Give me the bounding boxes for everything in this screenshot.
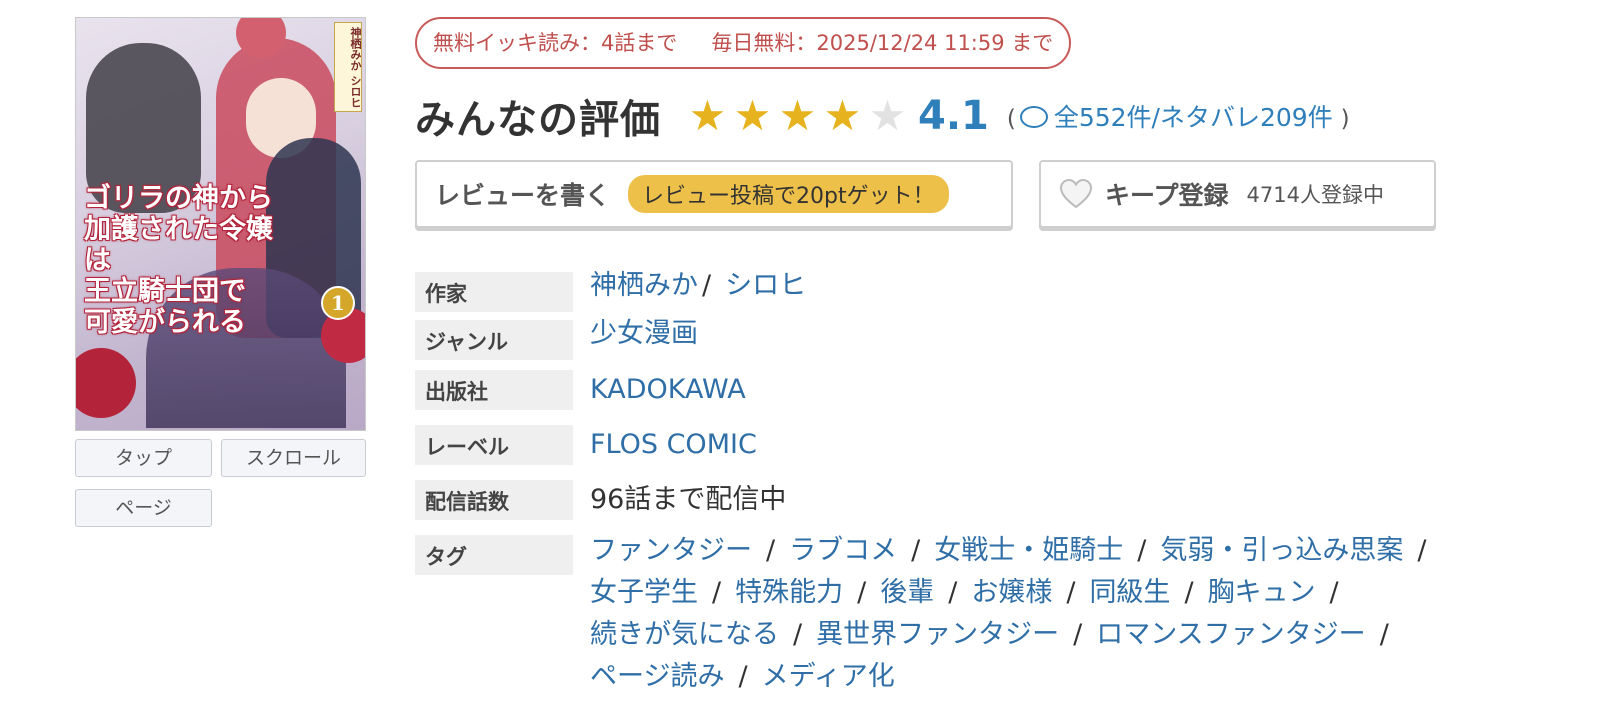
tag-separator: /: [1379, 619, 1389, 650]
author-separator: /: [702, 270, 712, 301]
cover-rose: [76, 348, 136, 418]
keep-register-button[interactable]: キープ登録 4714人登録中: [1039, 160, 1436, 228]
daily-free-text: 毎日無料：2025/12/24 11:59 まで: [711, 31, 1054, 55]
cover-title-line: 可愛がられる: [84, 307, 246, 338]
tag-separator: /: [1184, 577, 1194, 608]
tag-link[interactable]: 女子学生: [590, 577, 698, 608]
paren-open: (: [1006, 106, 1016, 132]
tag-line: 続きが気になる / 異世界ファンタジー / ロマンスファンタジー /: [590, 615, 1403, 655]
episodes-label: 配信話数: [415, 480, 573, 520]
tag-separator: /: [948, 577, 958, 608]
tag-link[interactable]: メディア化: [762, 661, 895, 692]
star-filled-icon: ★: [688, 91, 727, 140]
tag-link[interactable]: 異世界ファンタジー: [816, 619, 1059, 650]
tag-link[interactable]: 同級生: [1089, 577, 1170, 608]
tag-link[interactable]: お嬢様: [971, 577, 1052, 608]
cover-author-credit: 神栖みか シロヒ: [334, 22, 362, 112]
tag-separator: /: [911, 535, 921, 566]
tap-mode-button[interactable]: タップ: [75, 439, 212, 477]
tag-separator: /: [857, 577, 867, 608]
heart-icon: [1059, 178, 1093, 209]
author-values: 神栖みか / シロヒ: [590, 266, 806, 306]
free-reading-banner: 無料イッキ読み：4話まで 毎日無料：2025/12/24 11:59 まで: [415, 17, 1072, 69]
genre-link[interactable]: 少女漫画: [590, 314, 698, 354]
genre-label: ジャンル: [415, 320, 573, 360]
tags-label: タグ: [415, 535, 573, 575]
write-review-button[interactable]: レビューを書く レビュー投稿で20ptゲット！: [415, 160, 1013, 228]
tag-separator: /: [1066, 577, 1076, 608]
author-link[interactable]: シロヒ: [725, 270, 806, 301]
tag-separator: /: [1417, 535, 1427, 566]
cover-volume-badge: 1: [321, 286, 355, 320]
keep-register-label: キープ登録: [1105, 181, 1229, 210]
label-link[interactable]: FLOS COMIC: [590, 425, 757, 465]
write-review-label: レビューを書く: [435, 181, 611, 210]
review-count-link[interactable]: ( 全552件/ネタバレ209件 ): [1007, 98, 1350, 134]
star-empty-icon: ★: [868, 91, 907, 140]
tag-link[interactable]: ロマンスファンタジー: [1096, 619, 1365, 650]
tag-line: 女子学生 / 特殊能力 / 後輩 / お嬢様 / 同級生 / 胸キュン /: [590, 573, 1353, 613]
author-link[interactable]: 神栖みか: [590, 270, 698, 301]
tag-separator: /: [766, 535, 776, 566]
cover-title-logo: ゴリラの神から 加護された令嬢は 王立騎士団で 可愛がられる: [84, 183, 284, 338]
episodes-value: 96話まで配信中: [590, 484, 787, 515]
tag-separator: /: [1073, 619, 1083, 650]
tag-separator: /: [712, 577, 722, 608]
paren-close: ): [1340, 106, 1350, 132]
label-label: レーベル: [415, 425, 573, 465]
rating-stars: ★ ★ ★ ★ ★: [685, 94, 910, 138]
star-filled-icon: ★: [733, 91, 772, 140]
tag-separator: /: [1137, 535, 1147, 566]
tag-line: ファンタジー / ラブコメ / 女戦士・姫騎士 / 気弱・引っ込み思案 /: [590, 531, 1440, 571]
rating-score: 4.1: [918, 93, 989, 139]
review-count-text[interactable]: 全552件/ネタバレ209件: [1054, 103, 1333, 132]
tag-separator: /: [738, 661, 748, 692]
tag-separator: /: [793, 619, 803, 650]
cover-title-line: 加護された令嬢は: [84, 214, 273, 276]
tag-link[interactable]: ラブコメ: [789, 535, 897, 566]
tag-link[interactable]: 特殊能力: [735, 577, 843, 608]
tag-line: ページ読み / メディア化: [590, 657, 895, 697]
cover-title-line: ゴリラの神から: [84, 183, 273, 214]
tag-link[interactable]: 後輩: [880, 577, 934, 608]
tag-link[interactable]: 続きが気になる: [590, 619, 779, 650]
scroll-mode-button[interactable]: スクロール: [221, 439, 366, 477]
rating-row: みんなの評価 ★ ★ ★ ★ ★ 4.1 ( 全552件/ネタバレ209件 ): [415, 86, 1350, 146]
tag-link[interactable]: 女戦士・姫騎士: [934, 535, 1123, 566]
tag-separator: /: [1329, 577, 1339, 608]
author-label: 作家: [415, 272, 573, 312]
publisher-link[interactable]: KADOKAWA: [590, 370, 746, 410]
publisher-label: 出版社: [415, 370, 573, 410]
rating-title: みんなの評価: [415, 97, 661, 143]
comic-cover-image[interactable]: ゴリラの神から 加護された令嬢は 王立騎士団で 可愛がられる 1 神栖みか シロ…: [75, 17, 366, 431]
page-mode-button[interactable]: ページ: [75, 489, 212, 527]
tag-link[interactable]: 気弱・引っ込み思案: [1160, 535, 1403, 566]
keep-count: 4714人登録中: [1246, 183, 1384, 207]
tag-link[interactable]: ページ読み: [590, 661, 724, 692]
star-filled-icon: ★: [778, 91, 817, 140]
cover-title-line: 王立騎士団で: [84, 276, 246, 307]
star-filled-icon: ★: [823, 91, 862, 140]
free-ikki-text: 無料イッキ読み：4話まで: [433, 31, 678, 55]
review-point-badge: レビュー投稿で20ptゲット！: [628, 175, 949, 213]
comment-bubble-icon: [1019, 106, 1048, 128]
tag-link[interactable]: ファンタジー: [590, 535, 752, 566]
tag-link[interactable]: 胸キュン: [1208, 577, 1316, 608]
